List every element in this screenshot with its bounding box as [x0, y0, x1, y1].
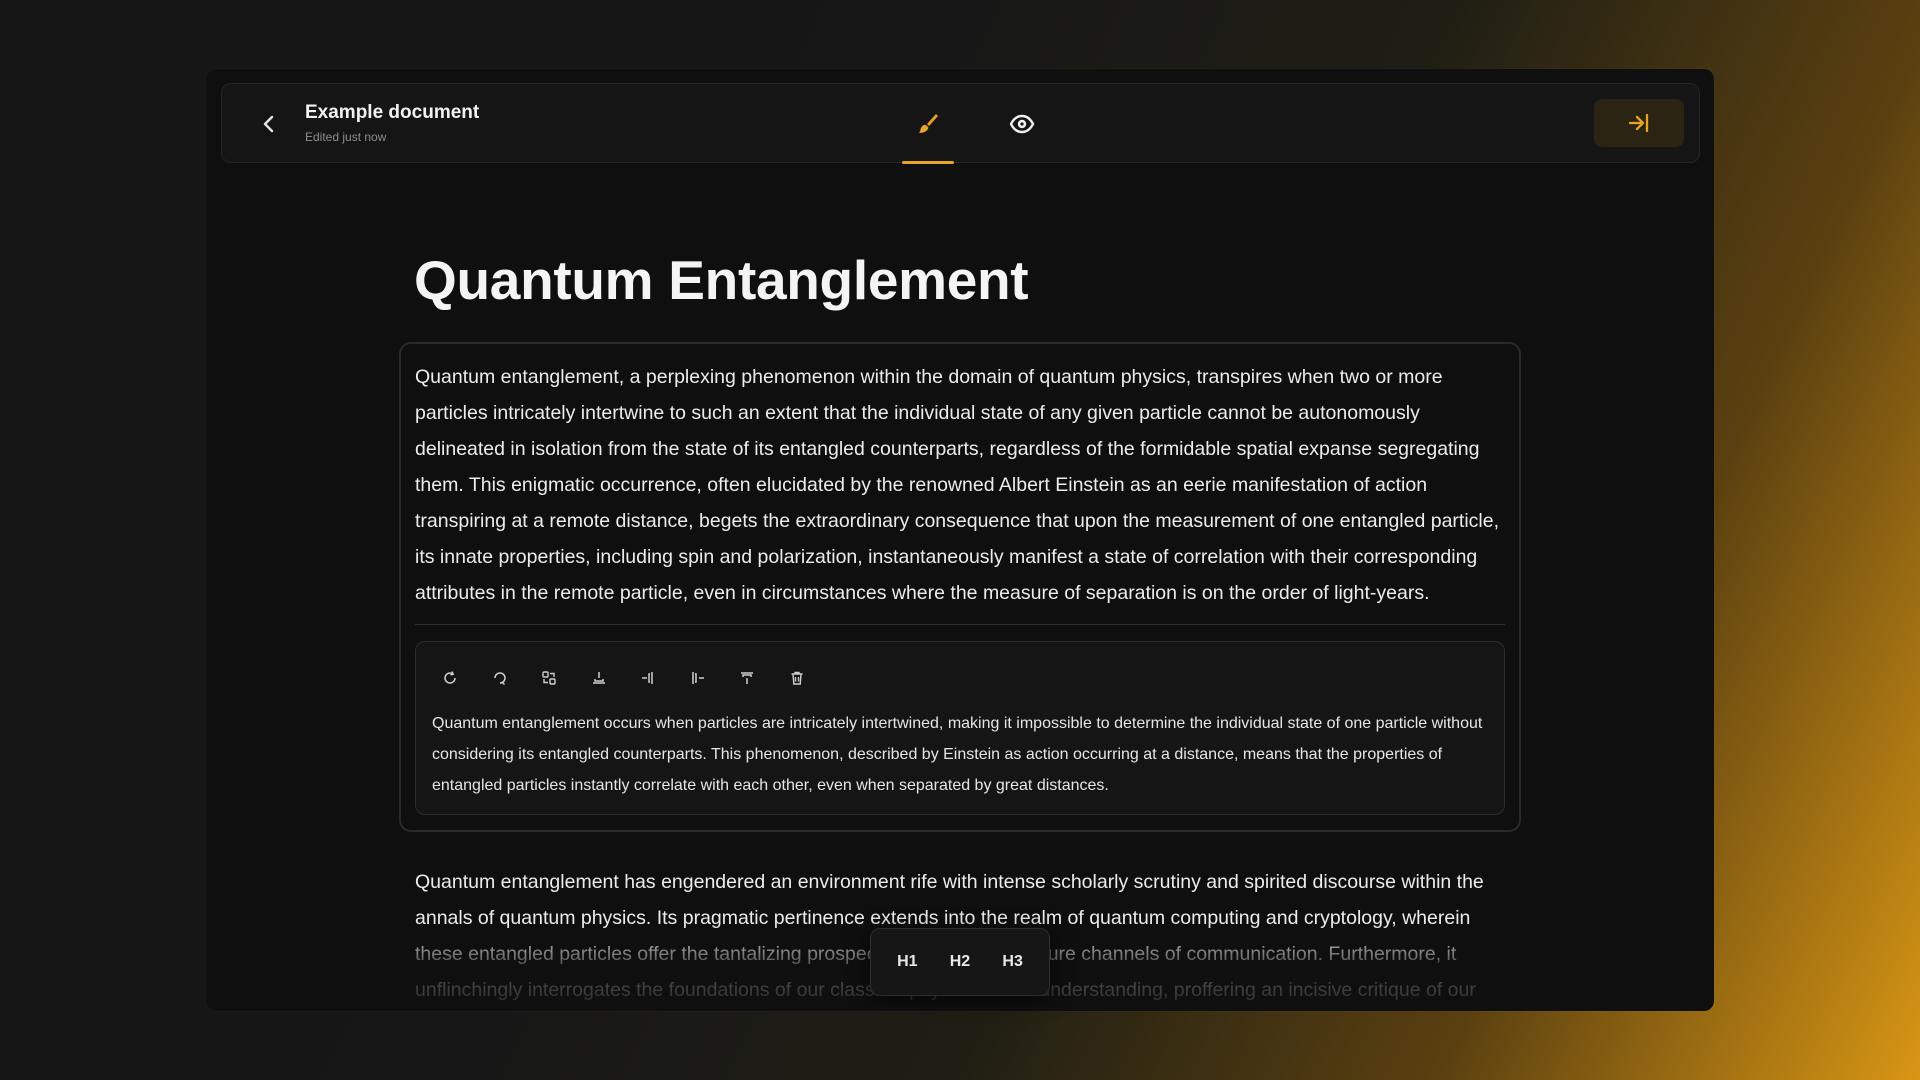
insert-left-button[interactable]: [640, 666, 690, 690]
brush-icon: [915, 111, 941, 137]
refresh-button[interactable]: [442, 666, 492, 690]
rephrase-button[interactable]: [492, 666, 542, 690]
exit-button[interactable]: [1594, 99, 1684, 147]
ai-suggestion-panel: Quantum entanglement occurs when particl…: [415, 641, 1505, 815]
insert-above-icon: [739, 670, 755, 686]
chevron-left-icon: [259, 114, 279, 134]
back-button[interactable]: [254, 109, 284, 139]
rephrase-icon: [492, 670, 508, 686]
replace-button[interactable]: [541, 666, 591, 690]
insert-above-button[interactable]: [739, 666, 789, 690]
block-divider: [415, 624, 1505, 625]
replace-icon: [541, 670, 557, 686]
edit-status: Edited just now: [305, 130, 387, 144]
edit-mode-tab[interactable]: [902, 98, 954, 164]
refresh-icon: [442, 670, 458, 686]
ai-toolbar: [442, 666, 838, 690]
paragraph-1[interactable]: Quantum entanglement, a perplexing pheno…: [415, 359, 1513, 611]
insert-below-button[interactable]: [591, 666, 641, 690]
heading-toolbar: H1 H2 H3: [870, 928, 1050, 996]
insert-right-button[interactable]: [690, 666, 740, 690]
document-heading[interactable]: Quantum Entanglement: [414, 246, 1029, 314]
document-title: Example document: [305, 102, 480, 123]
eye-icon: [1009, 111, 1035, 137]
ai-suggestion-text[interactable]: Quantum entanglement occurs when particl…: [432, 708, 1494, 801]
heading-1-button[interactable]: H1: [885, 953, 929, 971]
top-bar: Example document Edited just now: [221, 83, 1700, 164]
insert-right-icon: [690, 670, 706, 686]
delete-button[interactable]: [789, 666, 839, 690]
login-arrow-icon: [1627, 111, 1651, 135]
insert-below-icon: [591, 670, 607, 686]
window-bottom-edge: [206, 1011, 1714, 1080]
insert-left-icon: [640, 670, 656, 686]
heading-3-button[interactable]: H3: [991, 953, 1035, 971]
trash-icon: [789, 670, 805, 686]
heading-2-button[interactable]: H2: [938, 953, 982, 971]
preview-mode-tab[interactable]: [996, 98, 1048, 150]
